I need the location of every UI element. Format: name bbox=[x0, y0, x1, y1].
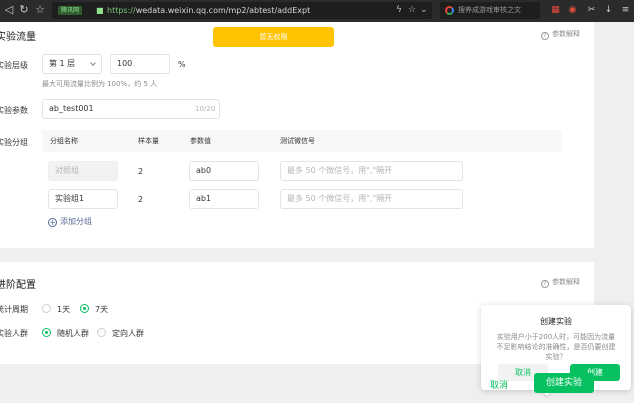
popover-message: 实验用户小于200人时，可能因为流量不足影响结论的准确性，是否仍要创建实验？ bbox=[496, 333, 616, 361]
period-label: 统计周期 bbox=[0, 305, 28, 314]
percent-unit: % bbox=[178, 60, 186, 69]
col-param: 参数值 bbox=[190, 137, 211, 145]
radio-dot bbox=[80, 304, 89, 313]
period-1d-radio[interactable]: 1天 bbox=[42, 304, 70, 315]
help-icon: ? bbox=[541, 280, 549, 288]
advanced-help[interactable]: ? 参数解释 bbox=[541, 277, 580, 288]
address-bar[interactable]: 腾讯网 ■ https://wedata.weixin.qq.com/mp2/a… bbox=[52, 2, 432, 19]
period-1d-label: 1天 bbox=[57, 305, 71, 314]
bookmark-star-icon[interactable]: ☆ bbox=[33, 3, 47, 17]
search-engine-icon bbox=[445, 6, 454, 15]
audience-random-label: 随机人群 bbox=[57, 329, 89, 338]
star-icon[interactable]: ☆ bbox=[408, 5, 416, 16]
cancel-button[interactable]: 取消 bbox=[490, 378, 508, 391]
param-counter: 10/20 bbox=[195, 105, 216, 113]
extension-game-icon[interactable]: ◉ bbox=[567, 5, 578, 16]
search-placeholder: 搜养成游戏审核之文 bbox=[458, 6, 521, 14]
audience-targeted-label: 定向人群 bbox=[112, 329, 144, 338]
page: 实验流量 ?参数解释 实验层级 第 1 层 100 % 最大可用流量比例为 10… bbox=[0, 22, 634, 403]
add-group-button[interactable]: + 添加分组 bbox=[48, 216, 92, 227]
col-group-name: 分组名称 bbox=[50, 137, 78, 145]
layer-select-value: 第 1 层 bbox=[49, 59, 76, 68]
period-7d-label: 7天 bbox=[95, 305, 109, 314]
traffic-hint: 最大可用流量比例为 100%，约 5 人 bbox=[42, 80, 158, 88]
param-label: 实验参数 bbox=[0, 106, 28, 115]
secure-badge: 腾讯网 bbox=[58, 6, 83, 15]
lock-icon: ■ bbox=[96, 6, 104, 15]
radio-dot bbox=[42, 304, 51, 313]
extension-grid-icon[interactable]: ▦ bbox=[550, 5, 561, 16]
scissors-icon[interactable]: ✂ bbox=[586, 5, 597, 16]
radio-dot bbox=[42, 328, 51, 337]
period-7d-radio[interactable]: 7天 bbox=[80, 304, 108, 315]
advanced-help-label: 参数解释 bbox=[552, 278, 580, 286]
traffic-card: 实验流量 ?参数解释 实验层级 第 1 层 100 % 最大可用流量比例为 10… bbox=[0, 22, 594, 248]
param-input[interactable]: ab_test001 bbox=[42, 99, 220, 119]
dropdown-icon[interactable]: ⌄ bbox=[420, 5, 428, 16]
col-wechat: 测试微信号 bbox=[280, 137, 315, 145]
chevron-down-icon bbox=[90, 60, 96, 66]
audience-targeted-radio[interactable]: 定向人群 bbox=[97, 328, 144, 339]
traffic-title: 实验流量 bbox=[0, 32, 36, 43]
no-permission-banner: 暂无权限 bbox=[213, 27, 334, 47]
sample-count: 2 bbox=[138, 167, 144, 176]
back-icon[interactable]: ◁ bbox=[2, 3, 16, 17]
wechat-ids-input[interactable]: 最多 50 个微信号，用","隔开 bbox=[280, 161, 463, 181]
menu-icon[interactable]: ≡ bbox=[620, 5, 631, 16]
lightning-icon[interactable]: ϟ bbox=[396, 5, 402, 16]
create-experiment-button[interactable]: 创建实验 bbox=[534, 373, 594, 393]
traffic-help[interactable]: ? 参数解释 bbox=[541, 29, 580, 40]
popover-title: 创建实验 bbox=[540, 317, 572, 326]
percent-input[interactable]: 100 bbox=[110, 54, 170, 74]
param-value-input[interactable]: ab1 bbox=[189, 189, 259, 209]
layer-select[interactable]: 第 1 层 bbox=[42, 54, 102, 74]
advanced-title: 进阶配置 bbox=[0, 280, 36, 291]
reload-icon[interactable]: ↻ bbox=[17, 3, 31, 17]
plus-icon: + bbox=[48, 218, 57, 227]
col-sample: 样本量 bbox=[138, 137, 159, 145]
url-text[interactable]: https://wedata.weixin.qq.com/mp2/abtest/… bbox=[107, 5, 310, 16]
add-group-label: 添加分组 bbox=[60, 217, 92, 226]
help-icon: ? bbox=[541, 32, 549, 40]
group-table-header: 分组名称 样本量 参数值 测试微信号 bbox=[42, 130, 562, 152]
group-name-input[interactable]: 实验组1 bbox=[48, 189, 118, 209]
wechat-ids-input[interactable]: 最多 50 个微信号，用","隔开 bbox=[280, 189, 463, 209]
browser-search-box[interactable]: 搜养成游戏审核之文 bbox=[440, 2, 540, 19]
url-scheme: https:// bbox=[107, 6, 136, 15]
group-name-input: 对照组 bbox=[48, 161, 118, 181]
download-icon[interactable]: ↓ bbox=[603, 5, 614, 16]
radio-dot bbox=[97, 328, 106, 337]
audience-random-radio[interactable]: 随机人群 bbox=[42, 328, 89, 339]
group-label: 实验分组 bbox=[0, 138, 28, 147]
sample-count: 2 bbox=[138, 195, 144, 204]
param-value-input[interactable]: ab0 bbox=[189, 161, 259, 181]
traffic-help-label: 参数解释 bbox=[552, 30, 580, 38]
url-path: wedata.weixin.qq.com/mp2/abtest/addExpt bbox=[135, 6, 311, 15]
browser-toolbar: ◁ ↻ ☆ 腾讯网 ■ https://wedata.weixin.qq.com… bbox=[0, 0, 634, 22]
audience-label: 实验人群 bbox=[0, 329, 28, 338]
layer-label: 实验层级 bbox=[0, 61, 28, 70]
